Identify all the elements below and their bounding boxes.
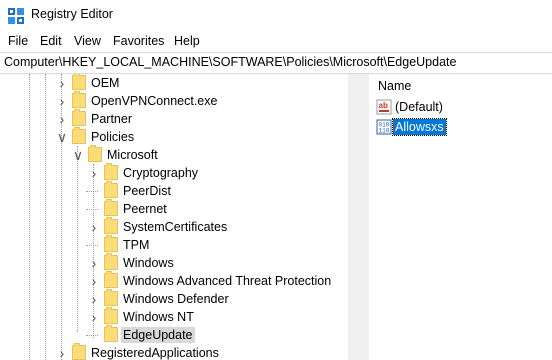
- chevron-right-icon[interactable]: ›: [88, 164, 100, 182]
- chevron-down-icon[interactable]: ∨: [56, 128, 68, 146]
- tree-node-label: Windows NT: [123, 310, 194, 324]
- menu-favorites[interactable]: Favorites: [113, 34, 164, 48]
- folder-icon: [104, 325, 118, 342]
- values-list[interactable]: Name ab (Default) 010 110 Allowsxs: [369, 74, 552, 360]
- tree-node[interactable]: TPM: [86, 235, 348, 254]
- chevron-right-icon[interactable]: ›: [88, 272, 100, 290]
- chevron-right-icon[interactable]: ›: [88, 218, 100, 236]
- tree-node-label: Partner: [91, 112, 132, 126]
- folder-icon: [104, 271, 118, 288]
- title-bar: Registry Editor: [0, 0, 552, 31]
- chevron-right-icon[interactable]: ›: [88, 308, 100, 326]
- folder-icon: [72, 74, 86, 90]
- folder-icon: [104, 235, 118, 252]
- svg-text:110: 110: [379, 128, 390, 135]
- chevron-right-icon[interactable]: ›: [88, 254, 100, 272]
- folder-icon: [104, 289, 118, 306]
- menu-bar: File Edit View Favorites Help: [0, 31, 552, 51]
- tree-node-label: PeerDist: [123, 184, 171, 198]
- folder-icon: [72, 91, 86, 108]
- tree-node-label: OpenVPNConnect.exe: [91, 94, 218, 108]
- tree-node[interactable]: › Cryptography: [88, 163, 348, 182]
- folder-icon: [104, 163, 118, 180]
- tree-node-label: EdgeUpdate: [121, 327, 195, 343]
- chevron-right-icon[interactable]: ›: [88, 290, 100, 308]
- tree-node-label: OEM: [91, 76, 120, 90]
- tree-node[interactable]: › SystemCertificates: [88, 217, 348, 236]
- tree-node[interactable]: › OpenVPNConnect.exe: [56, 91, 348, 110]
- registry-key-tree[interactable]: › OEM › OpenVPNConnect.exe › Partner ∨ Policies…: [0, 74, 348, 360]
- address-path[interactable]: Computer\HKEY_LOCAL_MACHINE\SOFTWARE\Pol…: [4, 55, 456, 69]
- folder-icon: [72, 343, 86, 360]
- chevron-right-icon[interactable]: ›: [56, 74, 68, 92]
- tree-node[interactable]: PeerDist: [86, 181, 348, 200]
- tree-node-label: Policies: [91, 130, 135, 144]
- menu-view[interactable]: View: [74, 34, 101, 48]
- tree-node-label: TPM: [123, 238, 150, 252]
- column-header-name[interactable]: Name: [378, 79, 411, 93]
- tree-connector-line: [29, 74, 30, 360]
- menu-help[interactable]: Help: [174, 34, 200, 48]
- tree-node[interactable]: ∨ Policies: [56, 127, 348, 146]
- tree-connector-line: [86, 245, 98, 246]
- chevron-right-icon[interactable]: ›: [56, 344, 68, 360]
- chevron-right-icon[interactable]: ›: [56, 110, 68, 128]
- tree-connector-line: [45, 74, 46, 360]
- tree-connector-line: [86, 335, 98, 336]
- svg-text:ab: ab: [379, 101, 388, 110]
- tree-node[interactable]: Peernet: [86, 199, 348, 218]
- chevron-right-icon[interactable]: ›: [56, 92, 68, 110]
- value-name: Allowsxs: [392, 118, 447, 136]
- folder-icon: [72, 109, 86, 126]
- tree-node[interactable]: › Partner: [56, 109, 348, 128]
- tree-connector-line: [86, 191, 98, 192]
- folder-icon: [104, 199, 118, 216]
- tree-node-label: RegisteredApplications: [91, 346, 219, 360]
- registry-editor-icon: [8, 8, 24, 24]
- tree-node[interactable]: › OEM: [56, 74, 348, 92]
- value-name: (Default): [395, 100, 443, 114]
- binary-value-icon: 010 110: [376, 119, 392, 135]
- pane-splitter[interactable]: [348, 74, 369, 360]
- string-value-icon: ab: [376, 99, 392, 115]
- tree-node-label: Peernet: [123, 202, 167, 216]
- tree-connector-line: [77, 146, 78, 332]
- tree-node[interactable]: › Windows Advanced Threat Protection: [88, 271, 348, 290]
- folder-icon: [104, 217, 118, 234]
- address-bar[interactable]: Computer\HKEY_LOCAL_MACHINE\SOFTWARE\Pol…: [0, 52, 552, 74]
- tree-node-label: Windows Advanced Threat Protection: [123, 274, 332, 288]
- tree-node[interactable]: › Windows: [88, 253, 348, 272]
- folder-icon: [104, 253, 118, 270]
- folder-icon: [88, 145, 102, 162]
- folder-icon: [104, 307, 118, 324]
- tree-node-label: Windows: [123, 256, 174, 270]
- tree-node[interactable]: › Windows Defender: [88, 289, 348, 308]
- tree-node-label: Cryptography: [123, 166, 199, 180]
- tree-node[interactable]: › Windows NT: [88, 307, 348, 326]
- tree-node[interactable]: › RegisteredApplications: [56, 343, 348, 360]
- folder-icon: [104, 181, 118, 198]
- tree-node-label: SystemCertificates: [123, 220, 228, 234]
- tree-node-label: Microsoft: [107, 148, 158, 162]
- chevron-down-icon[interactable]: ∨: [72, 146, 84, 164]
- tree-connector-line: [86, 209, 98, 210]
- folder-icon: [72, 127, 86, 144]
- window-title: Registry Editor: [31, 7, 113, 21]
- tree-node[interactable]: EdgeUpdate: [86, 325, 348, 344]
- tree-node-label: Windows Defender: [123, 292, 229, 306]
- tree-node[interactable]: ∨ Microsoft: [72, 145, 348, 164]
- menu-file[interactable]: File: [8, 34, 28, 48]
- menu-edit[interactable]: Edit: [40, 34, 62, 48]
